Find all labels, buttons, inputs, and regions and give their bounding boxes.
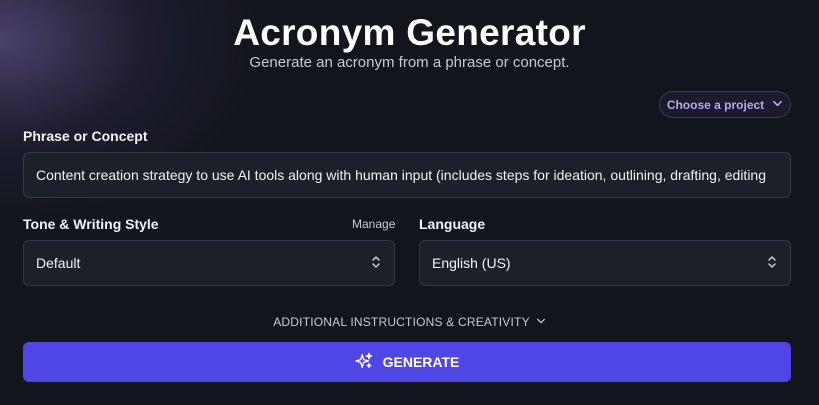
language-select[interactable]: English (US) bbox=[419, 240, 791, 286]
sparkles-icon bbox=[354, 352, 373, 373]
language-select-value: English (US) bbox=[432, 255, 511, 271]
select-arrows-icon bbox=[370, 255, 382, 272]
manage-tone-link[interactable]: Manage bbox=[352, 217, 395, 231]
phrase-input-value: Content creation strategy to use AI tool… bbox=[36, 167, 766, 183]
choose-project-label: Choose a project bbox=[666, 97, 765, 112]
chevron-down-icon bbox=[772, 98, 783, 112]
generate-button[interactable]: GENERATE bbox=[23, 342, 791, 382]
page-subtitle: Generate an acronym from a phrase or con… bbox=[249, 54, 570, 71]
chevron-down-icon bbox=[536, 315, 546, 329]
generate-button-label: GENERATE bbox=[382, 354, 460, 370]
additional-instructions-toggle[interactable]: ADDITIONAL INSTRUCTIONS & CREATIVITY bbox=[0, 315, 819, 329]
choose-project-button[interactable]: Choose a project bbox=[659, 91, 791, 118]
phrase-label: Phrase or Concept bbox=[23, 128, 148, 144]
page-title: Acronym Generator bbox=[233, 12, 586, 53]
select-arrows-icon bbox=[766, 255, 778, 272]
tone-label: Tone & Writing Style bbox=[23, 216, 159, 232]
additional-instructions-label: ADDITIONAL INSTRUCTIONS & CREATIVITY bbox=[273, 315, 530, 329]
tone-select-value: Default bbox=[36, 255, 81, 271]
tone-select[interactable]: Default bbox=[23, 240, 395, 286]
phrase-input[interactable]: Content creation strategy to use AI tool… bbox=[23, 152, 791, 198]
language-label: Language bbox=[419, 216, 486, 232]
